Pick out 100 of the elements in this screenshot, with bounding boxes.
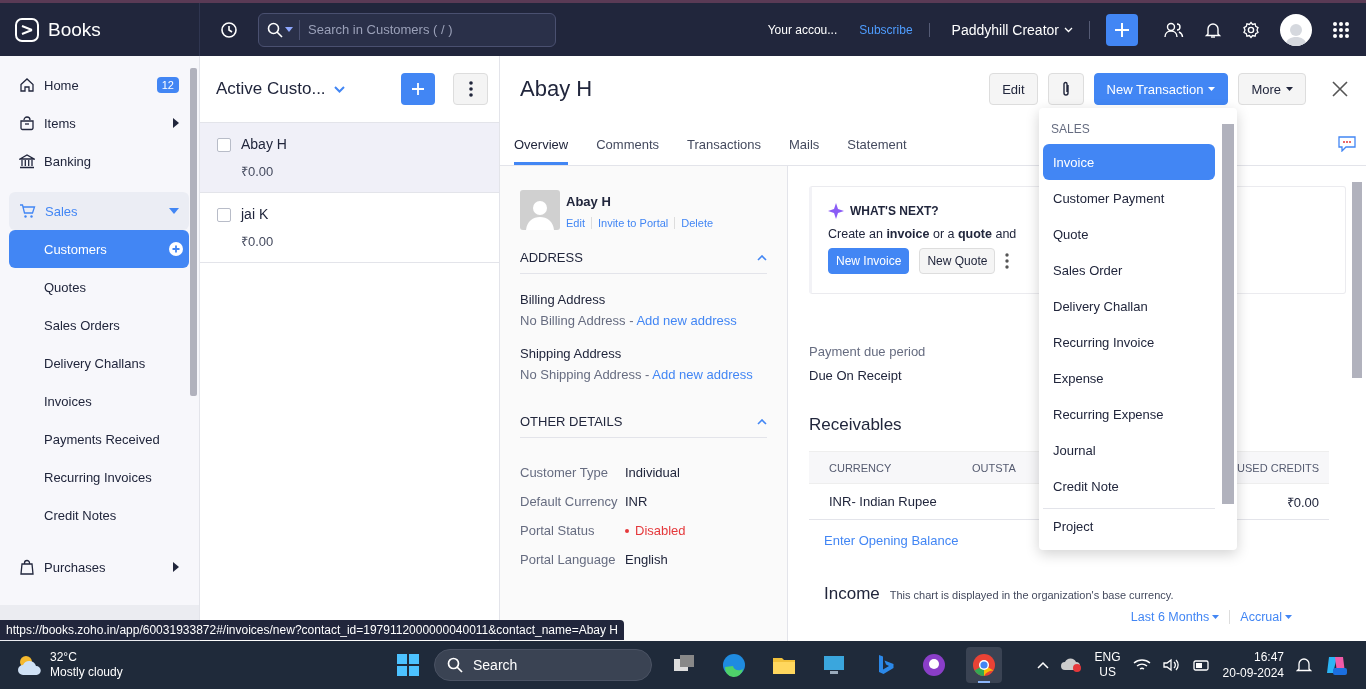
language-indicator[interactable]: ENG US	[1094, 650, 1121, 680]
table-cell-text: INR- Indian Rupee	[828, 494, 938, 509]
new-quote-button[interactable]: New Quote	[919, 248, 996, 274]
checkbox[interactable]	[217, 138, 231, 152]
menu-item[interactable]: Quote	[1043, 216, 1215, 252]
status-dot	[625, 528, 629, 533]
add-circle-icon[interactable]	[169, 242, 183, 256]
sidebar-subitem[interactable]: Credit Notes	[9, 496, 189, 534]
search-icon[interactable]	[267, 21, 283, 38]
more-options-icon[interactable]	[1005, 253, 1010, 269]
menu-item[interactable]: Delivery Challan	[1043, 288, 1215, 324]
opening-balance-link[interactable]: Enter Opening Balance	[809, 533, 959, 548]
card-title: WHAT'S NEXT?	[850, 204, 939, 218]
contact-link[interactable]: Delete	[674, 217, 720, 229]
tab[interactable]: Comments	[596, 122, 660, 165]
customer-name: jai K	[241, 206, 270, 222]
sidebar-item[interactable]: Banking	[9, 142, 189, 180]
chevron-down-icon	[1064, 26, 1073, 33]
search-field[interactable]: Search in Customers ( / )	[300, 21, 540, 38]
sidebar-subitem[interactable]: Recurring Invoices	[9, 458, 189, 496]
field-label: Billing Address	[520, 292, 607, 307]
tab[interactable]: Transactions	[687, 122, 761, 165]
menu-item[interactable]: Expense	[1043, 360, 1215, 396]
bell-icon[interactable]	[1296, 657, 1312, 673]
field-value: Due On Receipt	[809, 368, 902, 383]
wifi-icon[interactable]	[1132, 658, 1151, 672]
field-label: Customer Type	[520, 464, 608, 482]
scrollbar[interactable]	[1222, 124, 1234, 504]
menu-item[interactable]: Journal	[1043, 432, 1215, 468]
organization-menu[interactable]: Paddyhill Creator	[945, 20, 1090, 39]
paperclip-icon	[1060, 81, 1071, 97]
view-selector[interactable]: Active Custo...	[216, 79, 345, 99]
start-icon[interactable]	[396, 653, 420, 677]
contact-link[interactable]: Invite to Portal	[590, 217, 675, 229]
sidebar-subitem[interactable]: Payments Received	[9, 420, 189, 458]
avatar[interactable]	[1280, 13, 1312, 46]
customer-amount: ₹0.00	[241, 163, 275, 180]
clock[interactable]: 16:47 20-09-2024	[1222, 649, 1284, 681]
add-address-link[interactable]: Add new address	[636, 313, 737, 328]
menu-item[interactable]: Customer Payment	[1043, 180, 1215, 216]
new-invoice-button[interactable]: New Invoice	[828, 248, 910, 274]
caret-down-icon	[1286, 87, 1293, 91]
customer-amount: ₹0.00	[241, 233, 274, 250]
menu-item[interactable]: Invoice	[1043, 144, 1215, 180]
caret-down-icon	[1208, 87, 1216, 91]
sidebar-subitem[interactable]: Customers	[9, 230, 189, 268]
checkbox[interactable]	[217, 208, 231, 222]
add-button[interactable]	[1106, 13, 1138, 46]
sidebar-item[interactable]: Items	[9, 104, 189, 142]
users-icon[interactable]	[1164, 20, 1184, 39]
menu-section-title: SALES	[1050, 121, 1091, 138]
separator: -	[645, 367, 650, 382]
menu-item[interactable]: Sales Order	[1043, 252, 1215, 288]
speaker-icon[interactable]	[1162, 658, 1181, 672]
sidebar-subitem[interactable]: Delivery Challans	[9, 344, 189, 382]
menu-item[interactable]: Recurring Invoice	[1043, 324, 1215, 360]
scrollbar[interactable]	[190, 68, 197, 396]
more-button[interactable]: More	[1238, 73, 1306, 105]
sidebar-item[interactable]: Purchases	[9, 548, 189, 586]
field-label: Shipping Address	[520, 346, 623, 361]
customer-row[interactable]: jai K ₹0.00	[200, 193, 499, 263]
contact-link[interactable]: Edit	[566, 217, 591, 229]
add-address-link[interactable]: Add new address	[652, 367, 753, 382]
tab[interactable]: Statement	[847, 122, 907, 165]
new-transaction-button[interactable]: New Transaction	[1093, 73, 1229, 105]
edit-button[interactable]: Edit	[989, 73, 1038, 105]
attach-button[interactable]	[1047, 73, 1084, 105]
search-bar[interactable]: Search in Customers ( / )	[258, 12, 556, 47]
battery-icon[interactable]	[1192, 658, 1211, 672]
comment-icon[interactable]	[1338, 136, 1356, 152]
menu-item[interactable]: Credit Note	[1043, 468, 1215, 504]
caret-down-icon	[1285, 615, 1292, 619]
bell-icon[interactable]	[1204, 20, 1222, 39]
sidebar-item[interactable]: Home 12	[9, 66, 189, 104]
taskbar-search[interactable]: Search	[434, 649, 652, 681]
menu-item[interactable]: Recurring Expense	[1043, 396, 1215, 432]
more-options-button[interactable]	[453, 73, 488, 105]
contact-name: Abay H	[566, 194, 612, 209]
filter-dropdown[interactable]: Accrual	[1229, 610, 1302, 624]
bank-icon	[19, 153, 35, 169]
sidebar-subitem[interactable]: Quotes	[9, 268, 189, 306]
subscribe-link[interactable]: Subscribe	[859, 22, 930, 37]
filter-dropdown[interactable]: Last 6 Months	[1120, 610, 1230, 624]
settings-icon[interactable]	[1242, 20, 1260, 39]
close-icon[interactable]	[1332, 81, 1348, 97]
menu-item[interactable]: Project	[1043, 508, 1215, 544]
history-icon[interactable]	[220, 20, 238, 39]
customer-row[interactable]: Abay H ₹0.00	[200, 123, 499, 193]
weather-temperature: 32°C	[50, 650, 78, 665]
tab[interactable]: Mails	[789, 122, 820, 165]
sidebar-subitem[interactable]: Invoices	[9, 382, 189, 420]
apps-grid-icon[interactable]	[1332, 20, 1350, 39]
sidebar-subitem[interactable]: Sales Orders	[9, 306, 189, 344]
cloud-icon[interactable]	[1060, 657, 1083, 673]
customer-name: Abay H	[241, 136, 287, 152]
weather-icon[interactable]	[16, 653, 44, 677]
field-label: Portal Status	[520, 522, 595, 540]
plus-icon	[412, 83, 424, 95]
browser-icon[interactable]	[966, 647, 1002, 683]
weather-description: Mostly cloudy	[50, 665, 123, 680]
